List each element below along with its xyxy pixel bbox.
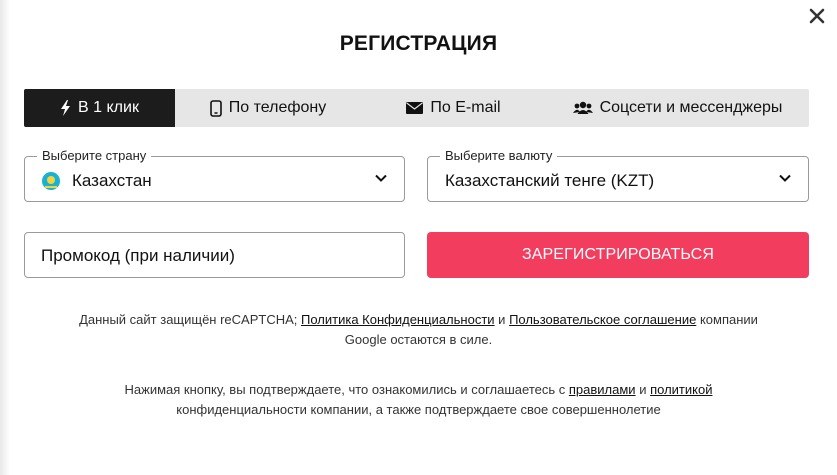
tab-one-click[interactable]: В 1 клик	[24, 89, 175, 127]
privacy-policy-link[interactable]: Политика Конфиденциальности	[301, 312, 495, 327]
close-icon	[809, 8, 825, 24]
promo-code-input[interactable]	[41, 245, 381, 267]
register-button[interactable]: ЗАРЕГИСТРИРОВАТЬСЯ	[427, 232, 809, 278]
tab-social[interactable]: Соцсети и мессенджеры	[546, 89, 809, 127]
user-agreement-link[interactable]: Пользовательское соглашение	[509, 312, 696, 327]
consent-note-line2: конфиденциальности компании, а также под…	[176, 402, 661, 417]
promo-code-field	[24, 232, 405, 278]
lightning-icon	[61, 100, 71, 116]
envelope-icon	[406, 102, 424, 114]
tab-email[interactable]: По E-mail	[361, 89, 546, 127]
registration-tabs: В 1 клик По телефону По E-mail Соцсети и…	[24, 89, 809, 127]
recaptcha-note-line1: Данный сайт защищён reCAPTCHA; Политика …	[0, 310, 837, 330]
recaptcha-note-line2: Google остаются в силе.	[344, 332, 493, 347]
currency-select[interactable]: Выберите валюту Казахстанский тенге (KZT…	[427, 148, 809, 202]
country-select-label: Выберите страну	[37, 148, 152, 164]
privacy-link[interactable]: политикой	[650, 382, 712, 397]
consent-note: Нажимая кнопку, вы подтверждаете, что оз…	[0, 380, 837, 420]
conjunction-text: и	[498, 312, 506, 327]
consent-note-line1: Нажимая кнопку, вы подтверждаете, что оз…	[0, 380, 837, 400]
currency-select-value: Казахстанский тенге (KZT)	[445, 171, 655, 190]
recaptcha-text-end: компании	[699, 312, 758, 327]
modal-title: РЕГИСТРАЦИЯ	[339, 32, 498, 55]
consent-text: Нажимая кнопку, вы подтверждаете, что оз…	[124, 382, 566, 397]
tab-phone[interactable]: По телефону	[175, 89, 361, 127]
phone-icon	[209, 99, 222, 117]
tab-label: По телефону	[228, 99, 327, 116]
kazakhstan-flag-icon	[42, 172, 60, 190]
country-select[interactable]: Выберите страну Казахстан	[24, 148, 405, 202]
close-button[interactable]	[808, 7, 826, 25]
rules-link[interactable]: правилами	[569, 382, 636, 397]
recaptcha-note: Данный сайт защищён reCAPTCHA; Политика …	[0, 310, 837, 350]
chevron-down-icon	[375, 174, 387, 182]
country-select-value: Казахстан	[72, 171, 152, 190]
chevron-down-icon	[779, 174, 791, 182]
currency-select-label: Выберите валюту	[440, 148, 558, 164]
recaptcha-text: Данный сайт защищён reCAPTCHA;	[79, 312, 298, 327]
users-icon	[572, 101, 593, 114]
conjunction-text: и	[639, 382, 647, 397]
tab-label: Соцсети и мессенджеры	[599, 99, 783, 116]
tab-label: В 1 клик	[78, 99, 139, 116]
tab-label: По E-mail	[430, 99, 501, 116]
